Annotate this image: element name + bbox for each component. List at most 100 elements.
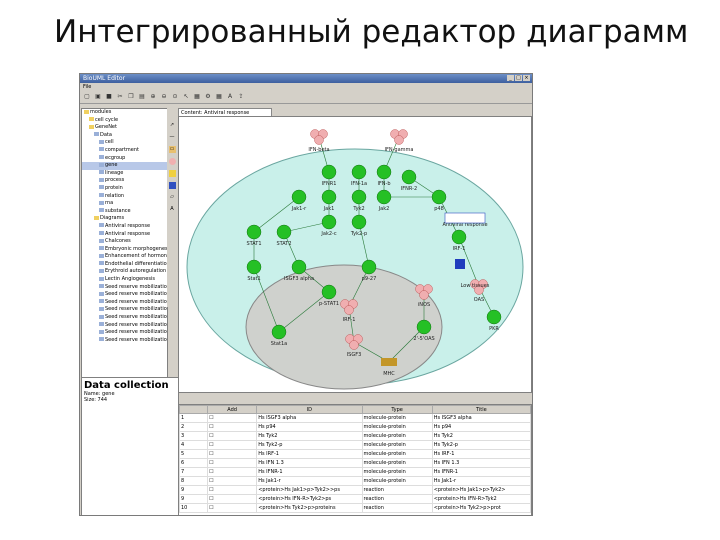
protein-node[interactable] [486,309,502,325]
tree-item[interactable]: Seed reserve mobilization [82,322,167,330]
text-tool-icon[interactable]: A [169,206,176,213]
row-checkbox[interactable]: ☐ [207,503,258,513]
protein-node[interactable] [361,259,377,275]
compartment-icon[interactable] [168,182,176,189]
rna-node[interactable] [419,290,429,300]
tree-item[interactable]: Seed reserve mobilization [82,329,167,337]
tree-item[interactable]: Diagrams [82,215,167,223]
tree-item[interactable]: Antiviral response [82,231,167,239]
copy-icon[interactable]: ❐ [127,93,135,101]
row-checkbox[interactable]: ☐ [207,440,258,450]
table-row[interactable]: 3 ☐ Hs Tyk2 molecule-protein Hs Tyk2 [179,431,531,441]
protein-node[interactable] [321,189,337,205]
tree-item[interactable]: gene [82,162,167,170]
protein-node[interactable] [351,214,367,230]
protein-node[interactable] [401,169,417,185]
row-checkbox[interactable]: ☐ [207,431,258,441]
protein-node[interactable] [246,259,262,275]
grid-column-header[interactable]: ID [256,405,363,414]
protein-node[interactable] [291,189,307,205]
tree-item[interactable]: process [82,177,167,185]
table-row[interactable]: 9 ☐ <protein>Hs IFN-R>Tyk2>ps reaction <prot… [179,494,531,504]
tree-item[interactable]: Seed reserve mobilization [82,337,167,345]
data-grid[interactable]: Add ID Type Title 1 ☐ Hs ISGF3 alpha molecule-… [178,404,532,515]
tree-item[interactable]: Erythroid autoregulation [82,268,167,276]
tree-item[interactable]: Seed reserve mobilization [82,291,167,299]
protein-node[interactable] [321,284,337,300]
tree-item[interactable]: relation [82,193,167,201]
protein-node[interactable] [351,164,367,180]
protein-node[interactable] [321,214,337,230]
open-icon[interactable]: ▣ [94,93,102,101]
table-row[interactable]: 7 ☐ Hs IFNR-1 molecule-protein Hs IFNR-1 [179,467,531,477]
export-icon[interactable]: ⇪ [237,93,245,101]
grid-column-header[interactable]: Type [361,405,433,414]
tree-item[interactable]: Embryonic morphogenesis [82,246,167,254]
tree-item[interactable]: Enhancement of hormones [82,253,167,261]
tree-item[interactable]: Antiviral response [82,223,167,231]
row-checkbox[interactable]: ☐ [207,476,258,486]
grid-icon[interactable]: ▦ [215,93,223,101]
maximize-icon[interactable]: □ [515,75,522,81]
save-icon[interactable]: ■ [105,93,113,101]
rna-node[interactable] [349,340,359,350]
note-icon[interactable]: ▱ [169,194,176,201]
zoom-fit-icon[interactable]: ⊙ [171,93,179,101]
row-checkbox[interactable]: ☐ [207,485,258,495]
protein-node[interactable] [351,189,367,205]
line-icon[interactable]: — [169,134,176,141]
row-checkbox[interactable]: ☐ [207,449,258,459]
paste-icon[interactable]: ▤ [138,93,146,101]
gene-node[interactable] [381,358,397,366]
tree-item[interactable]: cell cycle [82,117,167,125]
tree-item[interactable]: Seed reserve mobilization [82,284,167,292]
layout-icon[interactable]: ▦ [193,93,201,101]
row-checkbox[interactable]: ☐ [207,458,258,468]
text-icon[interactable]: A [226,93,234,101]
reaction-icon[interactable] [168,170,176,177]
protein-node[interactable] [376,189,392,205]
tree-item[interactable]: ecgroup [82,155,167,163]
rna-node[interactable] [314,135,324,145]
tree-item[interactable]: rna [82,200,167,208]
row-checkbox[interactable]: ☐ [207,467,258,477]
table-row[interactable]: 6 ☐ Hs IFN 1.3 molecule-protein Hs IFN 1.3 [179,458,531,468]
ellipse-icon[interactable] [168,158,176,165]
tree-item[interactable]: protein [82,185,167,193]
row-checkbox[interactable]: ☐ [207,422,258,432]
table-row[interactable]: 1 ☐ Hs ISGF3 alpha molecule-protein Hs ISGF3… [179,413,531,423]
box-icon[interactable]: ▭ [168,146,176,153]
select-icon[interactable]: ↖ [182,93,190,101]
table-row[interactable]: 5 ☐ Hs IRF-1 molecule-protein Hs IRF-1 [179,449,531,459]
table-row[interactable]: 2 ☐ Hs p94 molecule-protein Hs p94 [179,422,531,432]
new-icon[interactable]: ▢ [83,93,91,101]
rna-node[interactable] [344,305,354,315]
repository-tree[interactable]: modules cell cycle GeneNet Data cell compartm… [81,108,168,378]
tree-item[interactable]: Endothelial differentiation [82,261,167,269]
grid-column-header[interactable]: Add [207,405,258,414]
protein-node[interactable] [321,164,337,180]
rna-node[interactable] [394,135,404,145]
protein-node[interactable] [291,259,307,275]
gear-icon[interactable]: ⚙ [204,93,212,101]
table-row[interactable]: 9 ☐ <protein>Hs Jak1>p>Tyk2>>ps reaction <pr… [179,485,531,495]
tree-item[interactable]: Seed reserve mobilization [82,314,167,322]
protein-node[interactable] [416,319,432,335]
protein-node[interactable] [276,224,292,240]
protein-node[interactable] [246,224,262,240]
tree-item[interactable]: Lectin Angiogenesis [82,276,167,284]
protein-node[interactable] [271,324,287,340]
tree-item[interactable]: Data [82,132,167,140]
minimize-icon[interactable]: _ [507,75,514,81]
tree-item[interactable]: substance [82,208,167,216]
close-icon[interactable]: × [523,75,530,81]
tree-item[interactable]: Seed reserve mobilization [82,299,167,307]
diagram-canvas[interactable]: IFN-beta IFN-gamma IFNR1 IFN-1a IFN-b Jak1-r J… [178,116,532,393]
row-checkbox[interactable]: ☐ [207,413,258,423]
tree-item[interactable]: GeneNet [82,124,167,132]
tree-item[interactable]: modules [82,109,167,117]
tree-item[interactable]: Seed reserve mobilization [82,306,167,314]
protein-node[interactable] [376,164,392,180]
cut-icon[interactable]: ✂ [116,93,124,101]
grid-column-header[interactable] [179,405,209,414]
